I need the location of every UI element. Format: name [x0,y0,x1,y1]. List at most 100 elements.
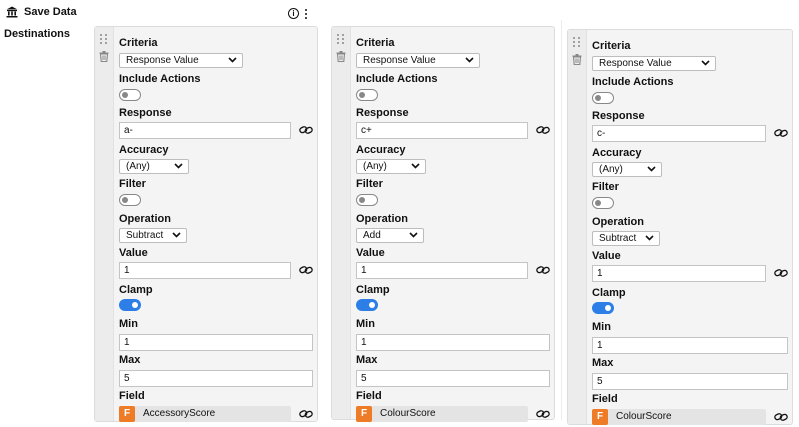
response-label: Response [592,110,645,122]
min-label: Min [356,318,375,330]
operation-value: Subtract [126,230,164,241]
value-label: Value [592,250,621,262]
response-input[interactable]: c+ [356,122,528,139]
include-actions-label: Include Actions [356,73,438,85]
field-link-icon[interactable] [536,409,550,419]
filter-toggle[interactable] [356,194,378,206]
max-label: Max [592,357,614,369]
clamp-toggle[interactable] [119,299,141,311]
clamp-toggle[interactable] [592,302,614,314]
node-title: Save Data [24,6,77,18]
chevron-down-icon [647,166,656,172]
min-label: Min [592,321,611,333]
field-link-icon[interactable] [299,409,313,419]
destination-card: Criteria Response Value Include Actions Res… [567,29,793,425]
operation-label: Operation [356,213,408,225]
min-input[interactable]: 1 [356,334,550,351]
max-label: Max [356,354,378,366]
destination-card: Criteria Response Value Include Actions Res… [94,26,318,422]
max-input[interactable]: 5 [356,370,550,387]
accuracy-select[interactable]: (Any) [356,159,426,174]
accuracy-select[interactable]: (Any) [119,159,189,174]
response-input[interactable]: a- [119,122,291,139]
response-link-icon[interactable] [299,125,313,135]
include-actions-toggle[interactable] [592,92,614,104]
accuracy-value: (Any) [126,161,150,172]
field-chip[interactable]: F ColourScore [356,406,528,422]
value-input[interactable]: 1 [356,262,528,279]
response-link-icon[interactable] [536,125,550,135]
criteria-value: Response Value [363,55,436,66]
field-chip[interactable]: F ColourScore [592,409,766,425]
criteria-select[interactable]: Response Value [356,53,480,68]
operation-value: Add [363,230,381,241]
include-actions-toggle[interactable] [119,89,141,101]
value-link-icon[interactable] [774,268,788,278]
field-value: ColourScore [380,408,436,419]
operation-select[interactable]: Add [356,228,424,243]
info-icon[interactable]: i [288,8,299,19]
max-input[interactable]: 5 [119,370,313,387]
include-actions-label: Include Actions [119,73,201,85]
drag-handle-icon[interactable] [100,34,108,44]
criteria-value: Response Value [599,58,672,69]
trash-icon[interactable] [572,54,582,65]
field-link-icon[interactable] [774,412,788,422]
field-chip[interactable]: F AccessoryScore [119,406,291,422]
accuracy-label: Accuracy [356,144,406,156]
drag-handle-icon[interactable] [573,37,581,47]
trash-icon[interactable] [336,51,346,62]
accuracy-select[interactable]: (Any) [592,162,662,177]
chevron-down-icon [701,60,710,66]
value-input[interactable]: 1 [119,262,291,279]
max-label: Max [119,354,141,366]
criteria-select[interactable]: Response Value [119,53,243,68]
field-type-badge: F [356,406,372,422]
max-input[interactable]: 5 [592,373,788,390]
drag-handle-icon[interactable] [337,34,345,44]
clamp-label: Clamp [119,284,153,296]
criteria-label: Criteria [592,40,631,52]
chevron-down-icon [172,232,181,238]
bank-icon [6,6,18,18]
response-label: Response [119,107,172,119]
field-label: Field [592,393,618,405]
trash-icon[interactable] [99,51,109,62]
filter-toggle[interactable] [119,194,141,206]
response-label: Response [356,107,409,119]
accuracy-value: (Any) [363,161,387,172]
include-actions-label: Include Actions [592,76,674,88]
value-label: Value [356,247,385,259]
column-divider [561,20,562,420]
criteria-label: Criteria [356,37,395,49]
more-options-icon[interactable] [305,8,307,19]
card-rail [95,27,114,421]
value-input[interactable]: 1 [592,265,766,282]
destinations-label: Destinations [4,28,71,40]
accuracy-value: (Any) [599,164,623,175]
min-label: Min [119,318,138,330]
include-actions-toggle[interactable] [356,89,378,101]
min-input[interactable]: 1 [592,337,788,354]
field-type-badge: F [592,409,608,425]
operation-select[interactable]: Subtract [592,231,660,246]
field-type-badge: F [119,406,135,422]
value-link-icon[interactable] [536,265,550,275]
response-link-icon[interactable] [774,128,788,138]
criteria-label: Criteria [119,37,158,49]
response-input[interactable]: c- [592,125,766,142]
clamp-toggle[interactable] [356,299,378,311]
criteria-select[interactable]: Response Value [592,56,716,71]
chevron-down-icon [409,232,418,238]
min-input[interactable]: 1 [119,334,313,351]
clamp-label: Clamp [592,287,626,299]
chevron-down-icon [228,57,237,63]
filter-toggle[interactable] [592,197,614,209]
filter-label: Filter [356,178,383,190]
chevron-down-icon [465,57,474,63]
value-label: Value [119,247,148,259]
node-header: Save Data [6,6,77,18]
field-value: ColourScore [616,411,672,422]
operation-select[interactable]: Subtract [119,228,187,243]
value-link-icon[interactable] [299,265,313,275]
